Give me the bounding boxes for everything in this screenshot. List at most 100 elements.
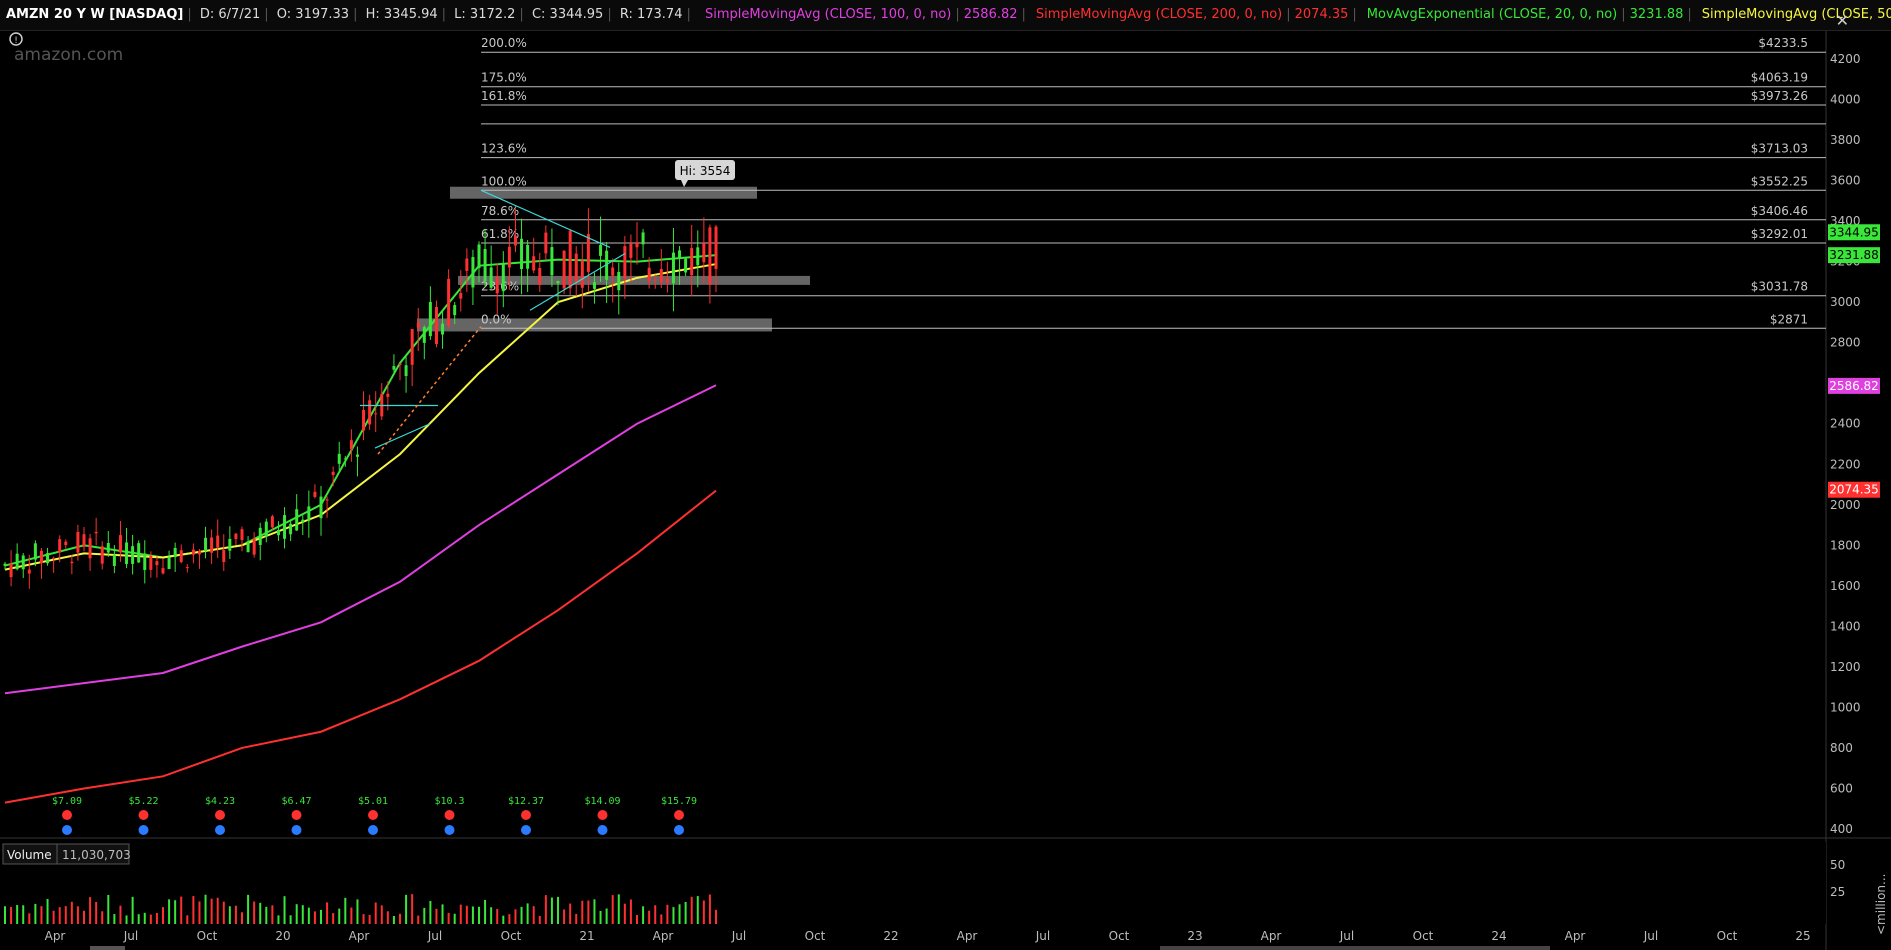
volume-bar (471, 906, 474, 924)
volume-pane[interactable] (0, 842, 1826, 924)
dividend-icon[interactable] (215, 825, 225, 835)
volume-bar (76, 906, 79, 924)
earnings-value: $4.23 (205, 796, 235, 807)
candle-body (331, 471, 335, 475)
study-label[interactable]: SimpleMovingAvg (CLOSE, 200, 0, no) (1030, 0, 1282, 30)
fib-level-percent: 61.8% (481, 227, 519, 241)
dividend-icon[interactable] (444, 825, 455, 835)
candle-body (252, 538, 256, 555)
y-tick-label: 3000 (1830, 295, 1861, 309)
volume-bar (241, 912, 243, 924)
earnings-icon[interactable] (215, 810, 225, 820)
dividend-icon[interactable] (62, 825, 72, 835)
dividend-icon[interactable] (138, 825, 149, 835)
candle-body (155, 561, 159, 566)
candle-body (623, 246, 627, 279)
volume-tick-label: 50 (1830, 858, 1845, 872)
symbol-label[interactable]: AMZN 20 Y W [NASDAQ] (0, 0, 183, 30)
support-resistance-zone[interactable] (417, 318, 772, 332)
scrollbar-thumb-left[interactable] (90, 946, 125, 950)
x-tick-label: Oct (1109, 929, 1130, 943)
candle-body (507, 246, 511, 268)
volume-bar (295, 904, 298, 924)
candle-body (204, 537, 208, 551)
volume-bar (702, 900, 705, 924)
candle-body (714, 226, 718, 270)
volume-bar (490, 907, 493, 924)
x-tick-label: Jul (1035, 929, 1050, 943)
volume-unit-label: <million... (1874, 874, 1888, 935)
candle-body (137, 543, 141, 563)
study-labels: SimpleMovingAvg (CLOSE, 100, 0, no) | 2586… (699, 0, 1891, 30)
price-chart[interactable]: 200.0% $4233.5175.0% $4063.19161.8% $3973.2… (0, 0, 1891, 950)
candle-body (191, 549, 195, 555)
volume-bar (666, 904, 669, 924)
earnings-icon[interactable] (138, 810, 149, 820)
candle-body (562, 250, 566, 289)
fib-level-percent: 100.0% (481, 174, 527, 188)
volume-bar (101, 911, 104, 924)
volume-bar (180, 896, 183, 924)
candle-body (258, 527, 262, 545)
dividend-icon[interactable] (368, 825, 378, 835)
volume-bar (654, 905, 657, 924)
volume-bar (636, 915, 638, 924)
x-tick-label: 23 (1187, 929, 1202, 943)
volume-value: 11,030,703 (62, 848, 131, 862)
candle-body (465, 258, 469, 271)
volume-bar (569, 903, 572, 924)
dividend-icon[interactable] (521, 825, 531, 835)
candle-body (362, 410, 366, 431)
candle-body (70, 561, 74, 564)
y-tick-label: 1400 (1830, 619, 1861, 633)
dividend-icon[interactable] (597, 825, 608, 835)
earnings-icon[interactable] (597, 810, 608, 820)
earnings-icon[interactable] (291, 810, 302, 820)
volume-bar (22, 905, 25, 924)
x-tick-label: 25 (1795, 929, 1810, 943)
earnings-icon[interactable] (368, 810, 378, 820)
volume-bar (222, 901, 225, 924)
scrollbar-thumb[interactable] (1160, 946, 1550, 950)
volume-bar (563, 909, 566, 924)
candle-body (665, 278, 669, 283)
volume-bar (155, 912, 158, 924)
candle-body (428, 301, 432, 337)
study-label[interactable]: SimpleMovingAvg (CLOSE, 50, 0, no) (1696, 0, 1891, 30)
dividend-icon[interactable] (674, 825, 684, 835)
volume-bar (168, 899, 171, 924)
candle-body (447, 278, 451, 326)
earnings-icon[interactable] (444, 810, 455, 820)
volume-bar (204, 894, 207, 924)
x-tick-label: Apr (1261, 929, 1282, 943)
x-tick-label: Jul (427, 929, 442, 943)
x-tick-label: 21 (579, 929, 594, 943)
candle-body (106, 543, 110, 553)
study-label[interactable]: SimpleMovingAvg (CLOSE, 100, 0, no) (699, 0, 951, 30)
earnings-icon[interactable] (62, 810, 72, 820)
y-tick-label: 1800 (1830, 538, 1861, 552)
candle-body (112, 554, 116, 566)
fib-level-price: $3406.46 (1751, 204, 1808, 218)
candle-body (635, 242, 639, 248)
bar-range: R: 173.74 (619, 7, 683, 22)
dividend-icon[interactable] (291, 825, 302, 835)
fib-level-price: $3973.26 (1751, 89, 1808, 103)
volume-bar (514, 909, 517, 924)
candle-body (398, 363, 402, 365)
volume-bar (611, 895, 614, 924)
volume-bar (113, 914, 116, 924)
study-label[interactable]: MovAvgExponential (CLOSE, 20, 0, no) (1361, 0, 1617, 30)
x-tick-label: Apr (1565, 929, 1586, 943)
earnings-value: $12.37 (508, 796, 544, 807)
earnings-icon[interactable] (521, 810, 531, 820)
earnings-icon[interactable] (674, 810, 684, 820)
price-pane[interactable] (0, 30, 1826, 838)
candle-body (520, 238, 524, 270)
candle-body (684, 258, 688, 273)
candle-body (161, 568, 165, 574)
y-tick-label: 1200 (1830, 660, 1861, 674)
candle-body (526, 244, 530, 269)
close-icon[interactable]: ✕ (1836, 6, 1849, 30)
volume-bar (508, 914, 511, 924)
